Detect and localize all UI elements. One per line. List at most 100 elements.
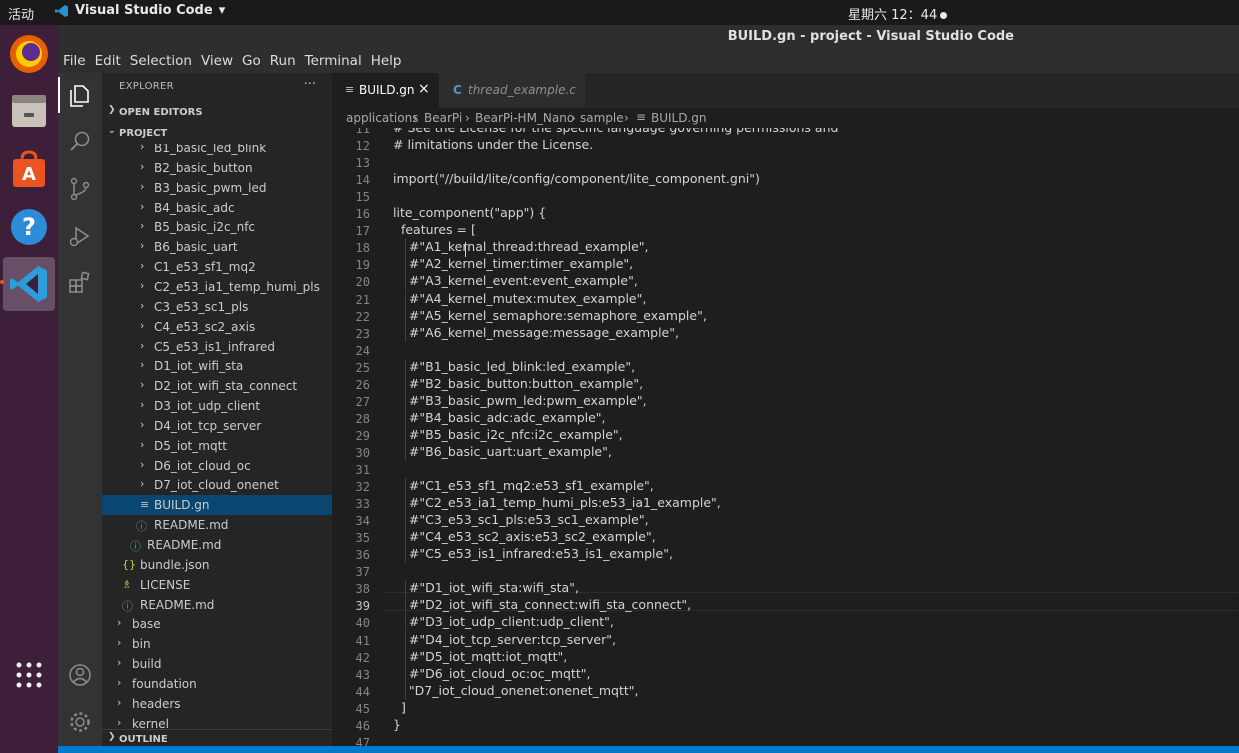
tree-item[interactable]: › B4_basic_adc bbox=[102, 198, 332, 218]
tree-item[interactable]: ♗ LICENSE bbox=[102, 575, 332, 595]
code-line[interactable]: } bbox=[393, 717, 401, 732]
activities-button[interactable]: 活动 bbox=[8, 4, 34, 23]
settings-gear-icon[interactable] bbox=[67, 709, 93, 735]
run-debug-icon[interactable] bbox=[67, 223, 93, 249]
code-line[interactable]: #"B1_basic_led_blink:led_example", bbox=[393, 359, 635, 374]
tree-item[interactable]: {} bundle.json bbox=[102, 555, 332, 575]
tree-item[interactable]: › foundation bbox=[102, 674, 332, 694]
code-line[interactable]: #"D3_iot_udp_client:udp_client", bbox=[393, 614, 614, 629]
title-bar[interactable]: BUILD.gn - project - Visual Studio Code bbox=[58, 25, 1239, 49]
code-line[interactable]: #"B3_basic_pwm_led:pwm_example", bbox=[393, 393, 647, 408]
menu-file[interactable]: File bbox=[63, 53, 86, 69]
close-icon[interactable]: × bbox=[418, 81, 430, 97]
code-line[interactable]: #"B6_basic_uart:uart_example", bbox=[393, 444, 612, 459]
code-line[interactable]: #"A1_kernal_thread:thread_example", bbox=[393, 239, 649, 254]
code-line[interactable]: #"D1_iot_wifi_sta:wifi_sta", bbox=[393, 580, 579, 595]
tree-item[interactable]: › D1_iot_wifi_sta bbox=[102, 356, 332, 376]
code-line[interactable]: #"D2_iot_wifi_sta_connect:wifi_sta_conne… bbox=[393, 597, 691, 612]
tree-item[interactable]: › bin bbox=[102, 634, 332, 654]
tree-item[interactable]: › build bbox=[102, 654, 332, 674]
menu-view[interactable]: View bbox=[201, 53, 233, 69]
code-line[interactable]: #"C1_e53_sf1_mq2:e53_sf1_example", bbox=[393, 478, 654, 493]
tab-build-gn[interactable]: ≡ BUILD.gn × bbox=[332, 73, 439, 108]
status-bar[interactable] bbox=[58, 746, 1239, 753]
tree-item[interactable]: › B2_basic_button bbox=[102, 158, 332, 178]
tree-item[interactable]: › D4_iot_tcp_server bbox=[102, 416, 332, 436]
code-line[interactable]: #"C3_e53_sc1_pls:e53_sc1_example", bbox=[393, 512, 649, 527]
tree-item[interactable]: › C5_e53_is1_infrared bbox=[102, 337, 332, 357]
tree-item[interactable]: › headers bbox=[102, 694, 332, 714]
source-control-icon[interactable] bbox=[67, 176, 93, 202]
menu-terminal[interactable]: Terminal bbox=[305, 53, 362, 69]
code-line[interactable]: #"D6_iot_cloud_oc:oc_mqtt", bbox=[393, 666, 591, 681]
firefox-launcher[interactable] bbox=[3, 28, 55, 80]
code-line[interactable]: #"C4_e53_sc2_axis:e53_sc2_example", bbox=[393, 529, 656, 544]
code-editor[interactable]: 11 # See the License for the specific lan… bbox=[332, 128, 1239, 753]
code-line[interactable]: #"B4_basic_adc:adc_example", bbox=[393, 410, 606, 425]
code-line[interactable]: #"D4_iot_tcp_server:tcp_server", bbox=[393, 632, 616, 647]
tree-item[interactable]: › D7_iot_cloud_onenet bbox=[102, 475, 332, 495]
code-line[interactable]: #"A3_kernel_event:event_example", bbox=[393, 273, 638, 288]
help-launcher[interactable]: ? bbox=[3, 201, 55, 253]
show-applications-button[interactable] bbox=[3, 649, 55, 701]
tree-item[interactable]: › C2_e53_ia1_temp_humi_pls bbox=[102, 277, 332, 297]
tree-item[interactable]: › D3_iot_udp_client bbox=[102, 396, 332, 416]
tree-item[interactable]: › C3_e53_sc1_pls bbox=[102, 297, 332, 317]
tree-item[interactable]: › C1_e53_sf1_mq2 bbox=[102, 257, 332, 277]
tab-thread-example[interactable]: C thread_example.c bbox=[439, 73, 585, 108]
line-number: 22 bbox=[355, 309, 370, 324]
clock-text: 星期六 12：44 bbox=[848, 8, 938, 23]
explorer-files-icon[interactable] bbox=[67, 83, 93, 109]
menu-help[interactable]: Help bbox=[371, 53, 402, 69]
app-menu[interactable]: Visual Studio Code ▾ bbox=[55, 3, 225, 18]
breadcrumb-bearpi[interactable]: BearPi bbox=[424, 111, 462, 125]
code-line[interactable]: lite_component("app") { bbox=[393, 205, 546, 220]
menu-selection[interactable]: Selection bbox=[130, 53, 192, 69]
accounts-icon[interactable] bbox=[67, 662, 93, 688]
tree-item[interactable]: › B6_basic_uart bbox=[102, 237, 332, 257]
vscode-launcher[interactable] bbox=[3, 257, 55, 311]
tree-item[interactable]: ⓘ README.md bbox=[102, 515, 332, 535]
code-line[interactable]: "D7_iot_cloud_onenet:onenet_mqtt", bbox=[393, 683, 639, 698]
tree-item[interactable]: › D2_iot_wifi_sta_connect bbox=[102, 376, 332, 396]
code-line[interactable]: # limitations under the License. bbox=[393, 137, 593, 152]
tree-item[interactable]: › C4_e53_sc2_axis bbox=[102, 317, 332, 337]
tree-item[interactable]: › base bbox=[102, 614, 332, 634]
menu-run[interactable]: Run bbox=[270, 53, 296, 69]
tree-item[interactable]: ⓘ README.md bbox=[102, 535, 332, 555]
menu-edit[interactable]: Edit bbox=[95, 53, 121, 69]
code-line[interactable]: #"A4_kernel_mutex:mutex_example", bbox=[393, 291, 646, 306]
tree-item[interactable]: › B5_basic_i2c_nfc bbox=[102, 217, 332, 237]
tree-item[interactable]: ≡ BUILD.gn bbox=[102, 495, 332, 516]
code-line[interactable]: #"B2_basic_button:button_example", bbox=[393, 376, 643, 391]
files-launcher[interactable] bbox=[3, 85, 55, 137]
breadcrumb-build-gn[interactable]: BUILD.gn bbox=[651, 111, 707, 125]
code-line[interactable]: ] bbox=[393, 700, 406, 715]
code-line[interactable]: import("//build/lite/config/component/li… bbox=[393, 171, 760, 186]
code-line[interactable]: #"A5_kernel_semaphore:semaphore_example"… bbox=[393, 308, 707, 323]
extensions-icon[interactable] bbox=[67, 269, 93, 295]
tree-item[interactable]: › B3_basic_pwm_led bbox=[102, 178, 332, 198]
project-section[interactable]: ⌄ PROJECT bbox=[102, 124, 332, 144]
code-line[interactable]: #"C2_e53_ia1_temp_humi_pls:e53_ia1_examp… bbox=[393, 495, 721, 510]
breadcrumb-sample[interactable]: sample bbox=[580, 111, 624, 125]
code-line[interactable]: #"B5_basic_i2c_nfc:i2c_example", bbox=[393, 427, 623, 442]
open-editors-section[interactable]: ❯ OPEN EDITORS bbox=[102, 103, 332, 123]
breadcrumb-applications[interactable]: applications bbox=[346, 111, 418, 125]
menu-go[interactable]: Go bbox=[242, 53, 261, 69]
code-line[interactable]: #"A2_kernel_timer:timer_example", bbox=[393, 256, 633, 271]
tree-item[interactable]: › D5_iot_mqtt bbox=[102, 436, 332, 456]
tree-item[interactable]: › B1_basic_led_blink bbox=[102, 144, 332, 158]
breadcrumb-bearpi-hm-nano[interactable]: BearPi-HM_Nano bbox=[475, 111, 574, 125]
search-icon[interactable] bbox=[67, 129, 93, 155]
software-launcher[interactable]: A bbox=[3, 143, 55, 195]
tree-item[interactable]: ⓘ README.md bbox=[102, 595, 332, 615]
code-line[interactable]: #"A6_kernel_message:message_example", bbox=[393, 325, 679, 340]
more-actions-icon[interactable]: ··· bbox=[304, 77, 316, 92]
clock[interactable]: 星期六 12：44 bbox=[848, 4, 948, 23]
tree-item[interactable]: › D6_iot_cloud_oc bbox=[102, 456, 332, 476]
code-line[interactable]: features = [ bbox=[393, 222, 476, 237]
code-line[interactable]: # See the License for the specific langu… bbox=[393, 128, 838, 135]
code-line[interactable]: #"D5_iot_mqtt:iot_mqtt", bbox=[393, 649, 567, 664]
code-line[interactable]: #"C5_e53_is1_infrared:e53_is1_example", bbox=[393, 546, 673, 561]
